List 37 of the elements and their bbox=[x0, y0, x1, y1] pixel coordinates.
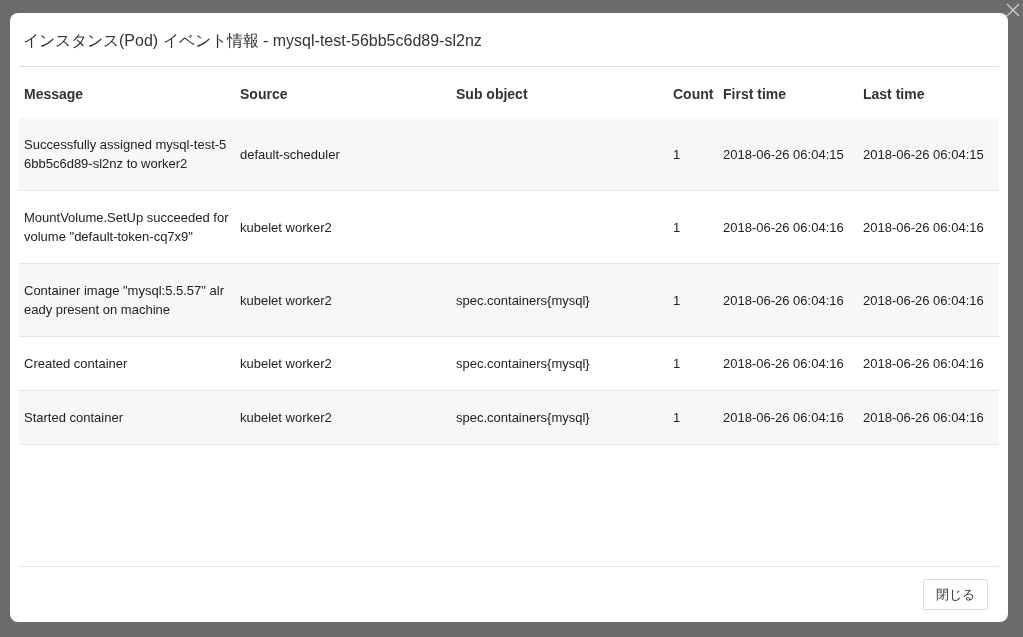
table-cell: MountVolume.SetUp succeeded for volume "default-token-cq7x9" bbox=[24, 210, 229, 244]
table-cell: 2018-06-26 06:04:16 bbox=[863, 410, 984, 425]
table-cell: 2018-06-26 06:04:16 bbox=[723, 292, 844, 308]
table-cell: 2018-06-26 06:04:15 bbox=[723, 146, 844, 162]
table-cell: 2018-06-26 06:04:16 bbox=[723, 356, 844, 371]
column-header: Count bbox=[668, 70, 718, 118]
dialog-title: インスタンス(Pod) イベント情報 - mysql-test-56bb5c6d89-sl2nz bbox=[22, 31, 483, 51]
column-header: First time bbox=[718, 70, 858, 118]
table-cell: Created container bbox=[24, 356, 128, 371]
close-icon[interactable] bbox=[1005, 2, 1021, 18]
table-cell: 1 bbox=[673, 219, 681, 235]
table-cell: Successfully assigned mysql-test-56bb5c6d89-sl2nz to worker2 bbox=[24, 137, 227, 171]
table-cell: 2018-06-26 06:04:15 bbox=[863, 146, 984, 162]
table-cell: 2018-06-26 06:04:16 bbox=[863, 292, 984, 308]
table-cell: kubelet worker2 bbox=[240, 219, 332, 235]
table-cell: default-scheduler bbox=[240, 146, 340, 162]
table-cell: 1 bbox=[673, 146, 681, 162]
table-cell: 1 bbox=[673, 292, 681, 308]
table-cell: Container image "mysql:5.5.57" already present on machine bbox=[24, 283, 224, 317]
table-cell: 1 bbox=[673, 356, 681, 371]
table-cell: spec.containers{mysql} bbox=[456, 356, 590, 371]
table-cell: 1 bbox=[673, 410, 681, 425]
column-header: Source bbox=[235, 70, 451, 118]
table-cell: Started container bbox=[24, 410, 123, 425]
table-cell: 2018-06-26 06:04:16 bbox=[723, 410, 844, 425]
close-button[interactable]: 閉じる bbox=[923, 579, 988, 610]
table-cell: 2018-06-26 06:04:16 bbox=[863, 356, 984, 371]
column-header: Message bbox=[19, 70, 235, 118]
column-header: Last time bbox=[858, 70, 999, 118]
table-cell: kubelet worker2 bbox=[240, 356, 332, 371]
table-cell: 2018-06-26 06:04:16 bbox=[863, 219, 984, 235]
table-cell: kubelet worker2 bbox=[240, 410, 332, 425]
table-cell: kubelet worker2 bbox=[240, 292, 332, 308]
column-header: Sub object bbox=[451, 70, 668, 118]
table-cell: spec.containers{mysql} bbox=[456, 292, 590, 308]
table-cell: 2018-06-26 06:04:16 bbox=[723, 219, 844, 235]
table-cell: spec.containers{mysql} bbox=[456, 410, 590, 425]
